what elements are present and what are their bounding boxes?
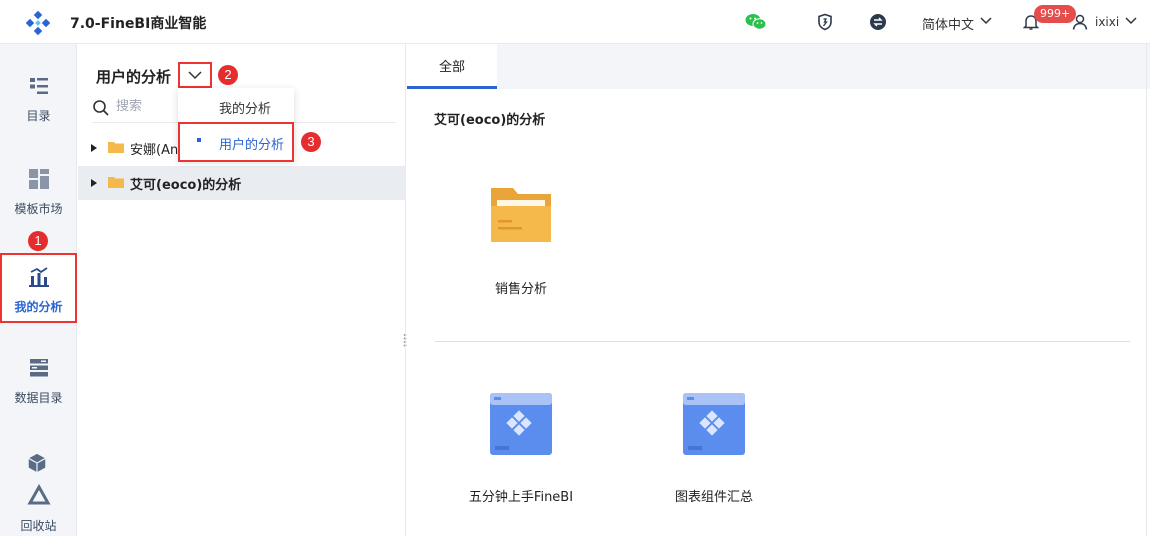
main-content: 全部 艾可(eoco)的分析 销售分析 五分钟上手FineBI 图表组件汇总 bbox=[407, 44, 1150, 536]
tree-item-label: 艾可(eoco)的分析 bbox=[130, 178, 242, 193]
nav-label: 我的分析 bbox=[14, 300, 63, 314]
annotation-marker-2: 2 bbox=[218, 65, 238, 85]
selected-dot-icon bbox=[197, 138, 201, 142]
scrollbar-track[interactable] bbox=[1146, 44, 1147, 536]
directory-title[interactable]: 用户的分析 bbox=[96, 66, 171, 87]
folder-icon bbox=[108, 177, 124, 188]
menu-item-user-analysis[interactable]: 用户的分析 bbox=[178, 122, 294, 162]
top-bar: 7.0-FineBI商业智能 简体中文 999+ ixixi bbox=[0, 0, 1150, 44]
wechat-icon[interactable] bbox=[745, 13, 767, 31]
section-divider bbox=[435, 341, 1130, 342]
cube-icon[interactable] bbox=[26, 452, 48, 474]
directory-dropdown-button[interactable] bbox=[178, 62, 212, 88]
finebi-logo-icon bbox=[26, 11, 50, 35]
directory-dropdown-menu: 我的分析 用户的分析 bbox=[178, 88, 294, 162]
switch-icon[interactable] bbox=[869, 13, 887, 31]
nav-label: 目录 bbox=[26, 109, 51, 123]
menu-item-my-analysis[interactable]: 我的分析 bbox=[178, 89, 294, 123]
nav-item-my-analysis[interactable]: 我的分析 bbox=[0, 253, 77, 323]
folder-icon bbox=[491, 188, 551, 242]
card-label: 销售分析 bbox=[494, 282, 547, 297]
template-card[interactable]: 图表组件汇总 bbox=[644, 392, 784, 505]
nav-label: 数据目录 bbox=[14, 391, 63, 405]
dashboard-template-icon bbox=[490, 393, 552, 455]
annotation-marker-3: 3 bbox=[301, 132, 321, 152]
search-icon bbox=[93, 100, 109, 116]
notification-badge: 999+ bbox=[1034, 5, 1077, 23]
caret-right-icon[interactable] bbox=[90, 178, 98, 188]
caret-right-icon[interactable] bbox=[90, 143, 98, 153]
user-icon[interactable] bbox=[1071, 13, 1089, 31]
username[interactable]: ixixi bbox=[1095, 15, 1119, 29]
shield-icon[interactable] bbox=[816, 13, 834, 31]
card-label: 五分钟上手FineBI bbox=[468, 490, 574, 505]
folder-card[interactable]: 销售分析 bbox=[451, 184, 591, 297]
card-label: 图表组件汇总 bbox=[674, 490, 753, 505]
template-market-icon bbox=[28, 169, 49, 189]
chevron-down-icon[interactable] bbox=[1125, 16, 1137, 26]
nav-item-template-market[interactable]: 模板市场 bbox=[0, 167, 77, 237]
menu-item-label: 用户的分析 bbox=[219, 138, 285, 153]
recycle-bin-icon bbox=[26, 484, 51, 505]
nav-item-data-catalog[interactable]: 数据目录 bbox=[0, 356, 77, 426]
chevron-down-icon[interactable] bbox=[980, 16, 992, 26]
folder-icon bbox=[108, 142, 124, 153]
template-card[interactable]: 五分钟上手FineBI bbox=[451, 392, 591, 505]
chevron-down-icon bbox=[188, 71, 202, 80]
tree-item[interactable]: 艾可(eoco)的分析 bbox=[78, 166, 406, 200]
annotation-marker-1: 1 bbox=[28, 231, 48, 251]
nav-label: 模板市场 bbox=[14, 202, 63, 216]
dashboard-template-icon bbox=[683, 393, 745, 455]
my-analysis-icon bbox=[28, 267, 49, 287]
tab-all[interactable]: 全部 bbox=[407, 44, 497, 89]
menu-item-label: 我的分析 bbox=[219, 102, 272, 117]
catalog-icon bbox=[29, 78, 48, 94]
language-selector[interactable]: 简体中文 bbox=[922, 14, 974, 33]
tab-label: 全部 bbox=[438, 60, 465, 75]
nav-item-catalog[interactable]: 目录 bbox=[0, 74, 77, 144]
section-title: 艾可(eoco)的分析 bbox=[434, 113, 546, 128]
tree-item-label: 安娜(An bbox=[130, 143, 179, 158]
tab-bar: 全部 bbox=[407, 44, 1150, 89]
app-title: 7.0-FineBI商业智能 bbox=[70, 16, 207, 32]
nav-item-recycle-bin[interactable]: 回收站 bbox=[0, 484, 77, 536]
data-catalog-icon bbox=[29, 359, 48, 377]
left-nav: 目录 模板市场 我的分析 数据目录 回收站 bbox=[0, 44, 77, 536]
nav-label: 回收站 bbox=[20, 519, 57, 533]
